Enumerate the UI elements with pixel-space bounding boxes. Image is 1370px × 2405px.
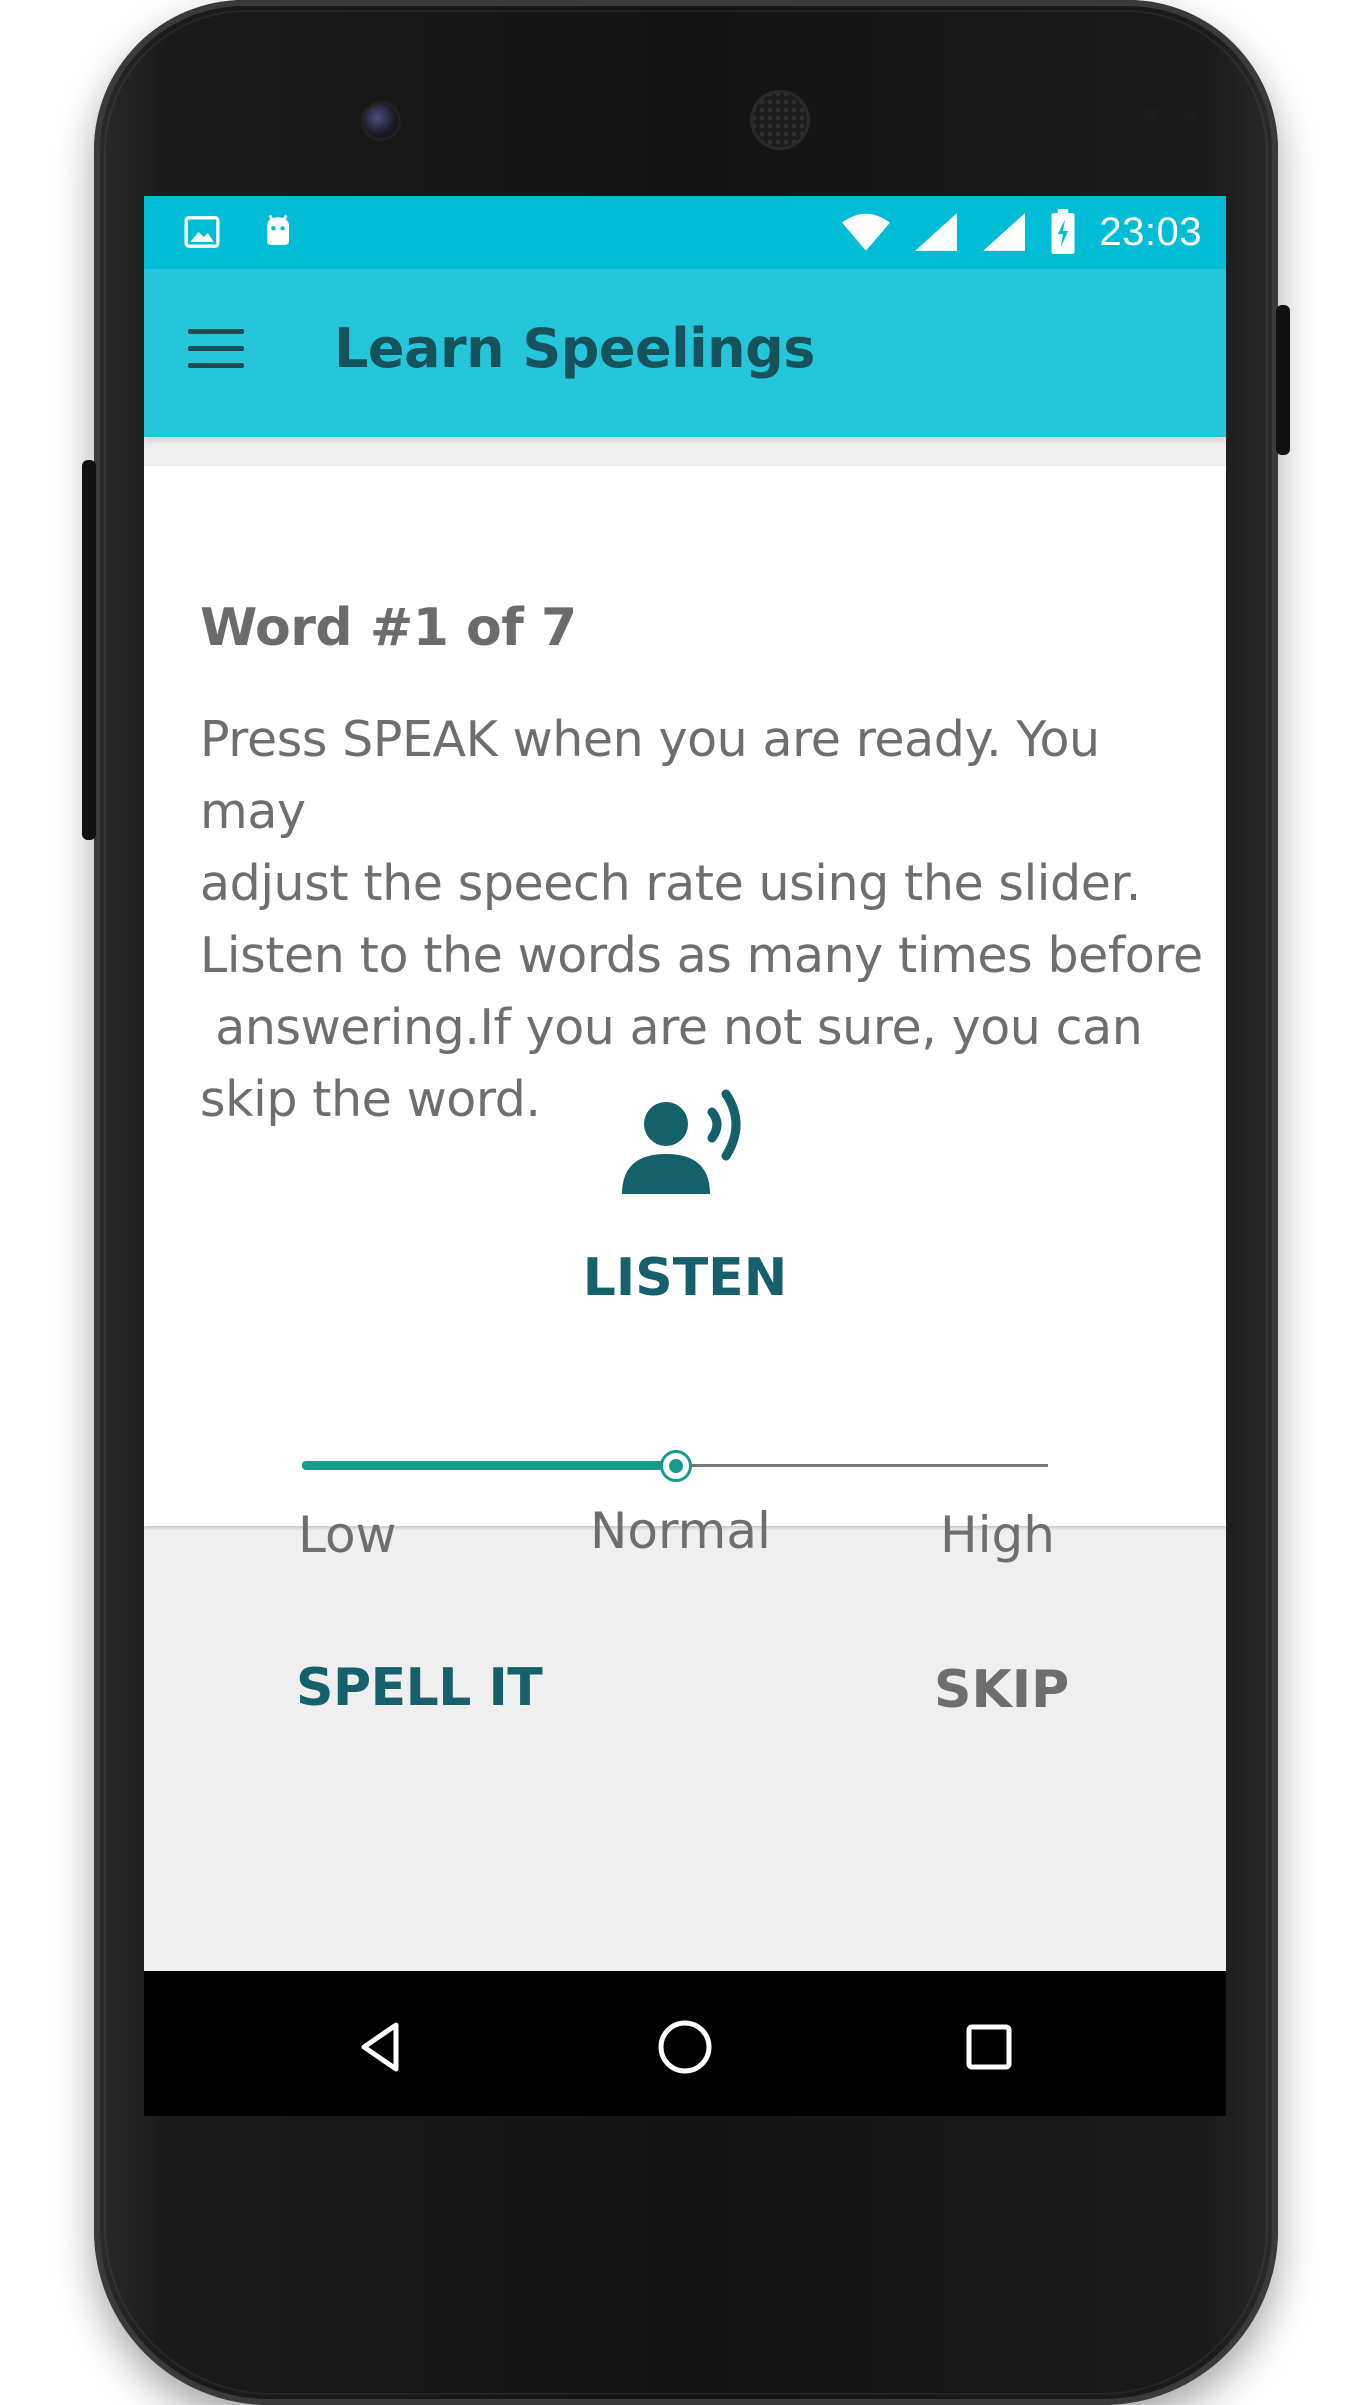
spell-it-button[interactable]: SPELL IT xyxy=(296,1658,543,1718)
slider-fill xyxy=(302,1461,675,1470)
android-icon xyxy=(267,214,289,245)
word-card: Word #1 of 7 Press SPEAK when you are re… xyxy=(144,466,1226,1720)
listen-button[interactable]: LISTEN xyxy=(144,1248,1226,1308)
screen: 23:03 Learn Speelings Word #1 of 7 Press… xyxy=(144,196,1226,2116)
skip-button[interactable]: SKIP xyxy=(934,1660,1069,1720)
navigation-bar xyxy=(144,1971,1226,2116)
image-icon xyxy=(184,216,220,248)
app-bar: Learn Speelings xyxy=(144,269,1226,437)
hamburger-menu-icon[interactable] xyxy=(188,329,244,373)
recent-apps-icon[interactable] xyxy=(959,2017,1019,2077)
record-voice-icon[interactable] xyxy=(614,1080,754,1200)
power-button xyxy=(1276,305,1290,455)
signal-icon xyxy=(915,213,958,251)
instructions-text: Press SPEAK when you are ready. You may … xyxy=(200,711,1203,1128)
status-bar: 23:03 xyxy=(144,196,1226,269)
slider-thumb[interactable] xyxy=(660,1450,692,1482)
rate-label-high: High xyxy=(940,1506,1055,1564)
status-time: 23:03 xyxy=(1099,209,1202,254)
volume-button xyxy=(82,460,96,840)
speech-rate-slider[interactable] xyxy=(302,1446,1048,1486)
back-icon[interactable] xyxy=(352,2017,412,2077)
front-camera xyxy=(364,104,398,138)
proximity-sensors xyxy=(1144,108,1204,122)
word-counter: Word #1 of 7 xyxy=(200,598,577,658)
home-icon[interactable] xyxy=(655,2017,715,2077)
wifi-icon xyxy=(842,213,891,251)
rate-label-normal: Normal xyxy=(590,1502,771,1560)
rate-label-low: Low xyxy=(298,1506,397,1564)
app-title: Learn Speelings xyxy=(334,317,815,380)
earpiece-speaker xyxy=(750,90,810,150)
battery-charging-icon xyxy=(1051,209,1075,254)
signal-icon xyxy=(983,213,1026,251)
